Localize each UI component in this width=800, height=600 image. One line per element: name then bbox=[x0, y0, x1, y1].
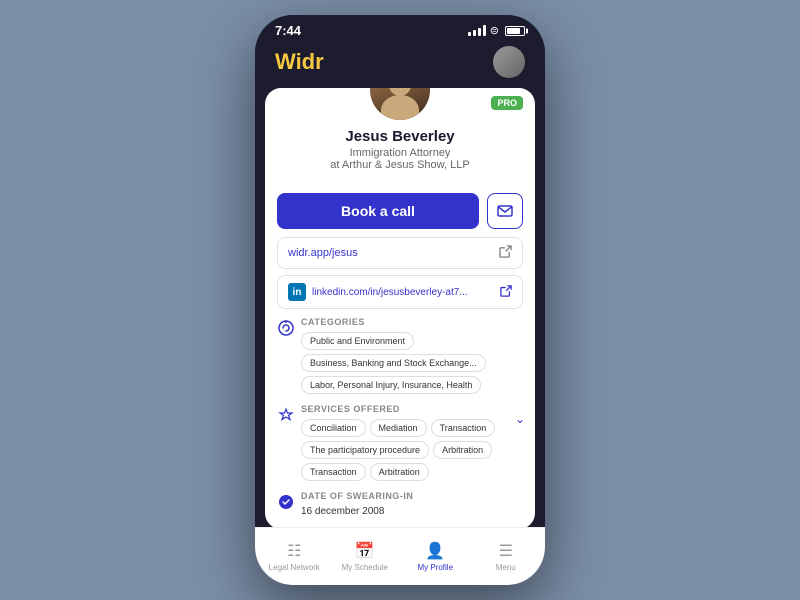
services-section: SERVICES OFFERED Conciliation Mediation … bbox=[277, 404, 523, 481]
chevron-down-icon[interactable]: ⌄ bbox=[515, 412, 525, 426]
service-tag: The participatory procedure bbox=[301, 441, 429, 459]
profile-name: Jesus Beverley bbox=[345, 128, 454, 145]
profile-top: PRO Jesus Beverley Immigration Attorney … bbox=[265, 88, 535, 183]
categories-icon bbox=[277, 319, 295, 337]
service-tag: Arbitration bbox=[433, 441, 492, 459]
services-title: SERVICES OFFERED bbox=[301, 404, 523, 414]
linkedin-row[interactable]: in linkedin.com/in/jesusbeverley-at7... bbox=[277, 275, 523, 309]
category-tag: Public and Environment bbox=[301, 332, 414, 350]
nav-menu[interactable]: ☰ Menu bbox=[471, 533, 542, 572]
service-tag: Transaction bbox=[431, 419, 496, 437]
status-bar: 7:44 ⊜ bbox=[255, 15, 545, 42]
swearing-title: DATE OF SWEARING-IN bbox=[301, 491, 523, 501]
services-content: SERVICES OFFERED Conciliation Mediation … bbox=[301, 404, 523, 481]
profile-company: at Arthur & Jesus Show, LLP bbox=[330, 159, 469, 171]
signal-icon bbox=[468, 25, 486, 36]
menu-icon: ☰ bbox=[499, 541, 513, 561]
phone-frame: 7:44 ⊜ Widr PRO Jesus B bbox=[255, 15, 545, 585]
profile-url-text: widr.app/jesus bbox=[288, 247, 499, 259]
services-icon bbox=[277, 406, 295, 424]
swearing-section: DATE OF SWEARING-IN 16 december 2008 bbox=[277, 491, 523, 517]
bottom-nav: ☷ Legal Network 📅 My Schedule 👤 My Profi… bbox=[255, 527, 545, 585]
status-time: 7:44 bbox=[275, 23, 301, 38]
linkedin-url-text: linkedin.com/in/jesusbeverley-at7... bbox=[312, 287, 494, 298]
scroll-content: PRO Jesus Beverley Immigration Attorney … bbox=[255, 88, 545, 538]
nav-legal-label: Legal Network bbox=[269, 563, 320, 572]
profile-title: Immigration Attorney bbox=[350, 147, 451, 159]
swearing-icon bbox=[277, 493, 295, 511]
app-title: Widr bbox=[275, 49, 324, 75]
service-tag: Mediation bbox=[370, 419, 427, 437]
categories-title: CATEGORIES bbox=[301, 317, 523, 327]
profile-url-row[interactable]: widr.app/jesus bbox=[277, 237, 523, 269]
profile-icon: 👤 bbox=[425, 541, 445, 561]
envelope-icon bbox=[497, 205, 513, 217]
nav-profile-label: My Profile bbox=[417, 563, 453, 572]
nav-my-schedule[interactable]: 📅 My Schedule bbox=[330, 533, 401, 572]
categories-section: CATEGORIES Public and Environment Busine… bbox=[277, 317, 523, 394]
scroll-area[interactable]: PRO Jesus Beverley Immigration Attorney … bbox=[255, 88, 545, 538]
header-avatar[interactable] bbox=[493, 46, 525, 78]
service-tag: Transaction bbox=[301, 463, 366, 481]
category-tag: Labor, Personal Injury, Insurance, Healt… bbox=[301, 376, 481, 394]
legal-network-icon: ☷ bbox=[287, 541, 301, 561]
avatar-container bbox=[370, 88, 430, 120]
share-icon[interactable] bbox=[499, 245, 512, 261]
book-call-button[interactable]: Book a call bbox=[277, 193, 479, 229]
categories-content: CATEGORIES Public and Environment Busine… bbox=[301, 317, 523, 394]
nav-my-profile[interactable]: 👤 My Profile bbox=[400, 533, 471, 572]
profile-card-wrapper: PRO Jesus Beverley Immigration Attorney … bbox=[255, 88, 545, 538]
schedule-icon: 📅 bbox=[355, 541, 375, 561]
service-tag: Arbitration bbox=[370, 463, 429, 481]
profile-card: PRO Jesus Beverley Immigration Attorney … bbox=[265, 88, 535, 529]
app-header: Widr bbox=[255, 42, 545, 88]
action-row: Book a call bbox=[265, 193, 535, 229]
nav-menu-label: Menu bbox=[496, 563, 516, 572]
wifi-icon: ⊜ bbox=[490, 24, 499, 37]
nav-schedule-label: My Schedule bbox=[342, 563, 388, 572]
status-icons: ⊜ bbox=[468, 24, 525, 37]
nav-legal-network[interactable]: ☷ Legal Network bbox=[259, 533, 330, 572]
pro-badge: PRO bbox=[491, 96, 523, 110]
external-link-icon bbox=[500, 285, 512, 300]
service-tag: Conciliation bbox=[301, 419, 366, 437]
message-button[interactable] bbox=[487, 193, 523, 229]
category-tag: Business, Banking and Stock Exchange... bbox=[301, 354, 486, 372]
battery-icon bbox=[505, 26, 525, 36]
swearing-date: 16 december 2008 bbox=[301, 506, 523, 517]
services-tags: Conciliation Mediation Transaction The p… bbox=[301, 419, 523, 481]
categories-tags: Public and Environment Business, Banking… bbox=[301, 332, 523, 394]
linkedin-icon: in bbox=[288, 283, 306, 301]
swearing-content: DATE OF SWEARING-IN 16 december 2008 bbox=[301, 491, 523, 517]
avatar bbox=[370, 88, 430, 120]
